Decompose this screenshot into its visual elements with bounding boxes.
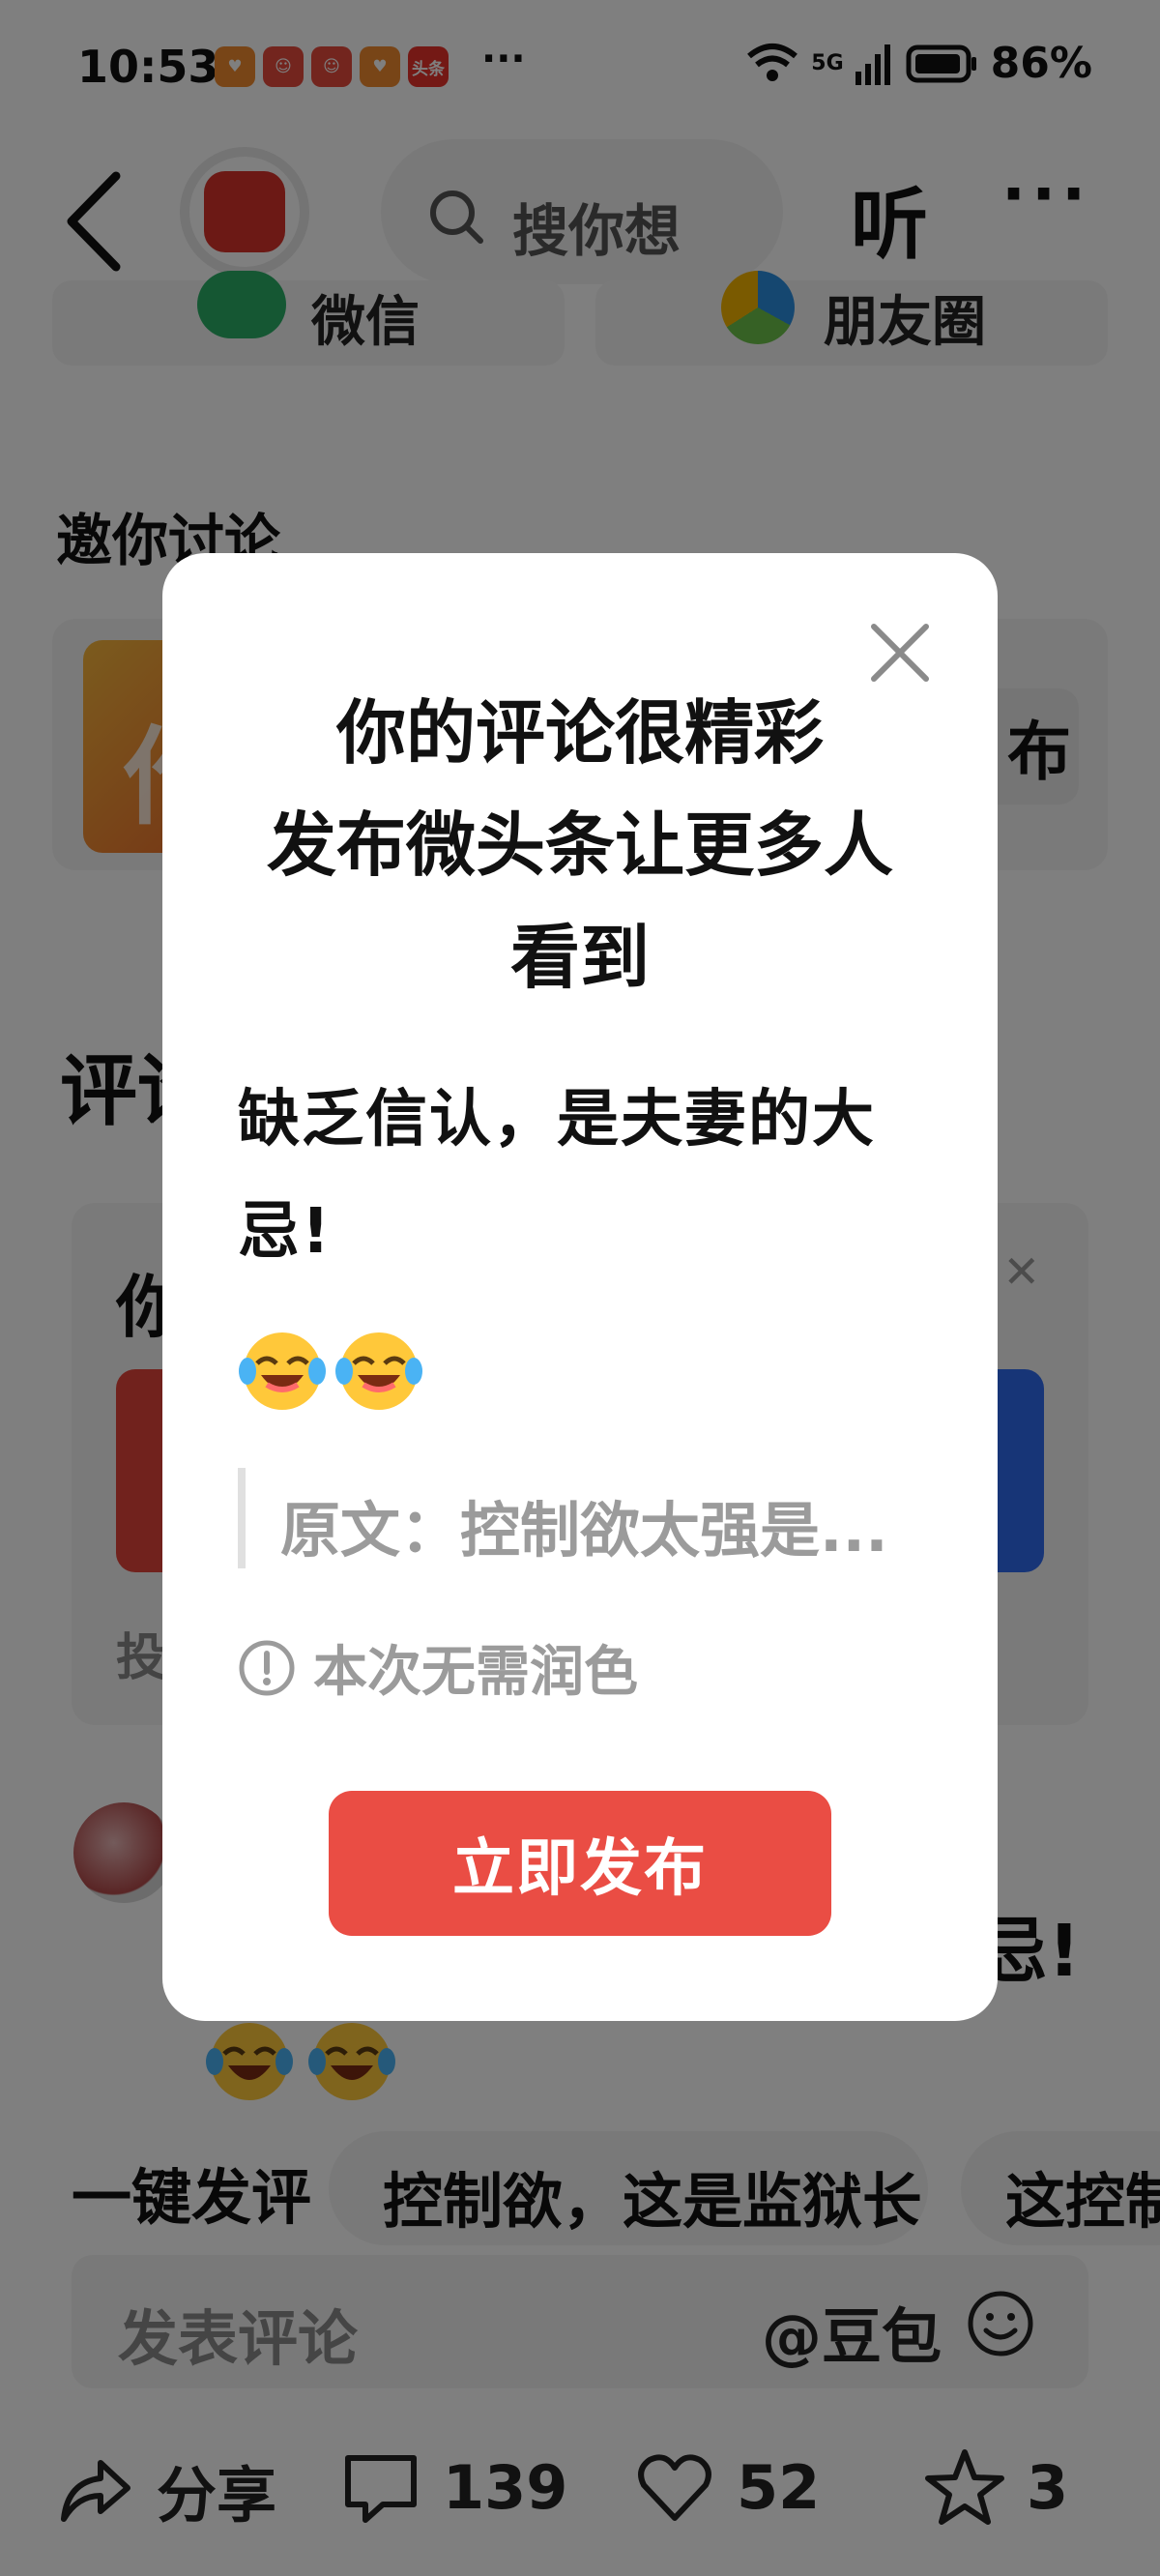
original-post-quote-text: 原文：控制欲太强是...: [280, 1495, 888, 1566]
dialog-title: 你的评论很精彩 发布微头条让更多人 看到: [162, 677, 998, 1013]
publish-now-button[interactable]: 立即发布: [329, 1791, 831, 1936]
laugh-cry-emoji-icon: [239, 1332, 326, 1410]
info-icon: [239, 1640, 295, 1695]
polish-notice-text: 本次无需润色: [313, 1641, 638, 1704]
comment-preview-emojis: [238, 1327, 423, 1416]
dialog-title-line: 看到: [509, 917, 650, 998]
close-icon[interactable]: [870, 623, 930, 683]
dialog-title-line: 发布微头条让更多人: [266, 805, 893, 886]
dialog-title-line: 你的评论很精彩: [335, 692, 824, 774]
publish-prompt-dialog: 你的评论很精彩 发布微头条让更多人 看到 缺乏信认，是夫妻的大忌! 原文：控制欲…: [162, 553, 998, 2021]
polish-notice: 本次无需润色: [238, 1628, 638, 1707]
original-post-quote: 原文：控制欲太强是...: [238, 1468, 934, 1568]
laugh-cry-emoji-icon: [335, 1332, 422, 1410]
comment-preview-text: 缺乏信认，是夫妻的大忌!: [238, 1084, 876, 1268]
